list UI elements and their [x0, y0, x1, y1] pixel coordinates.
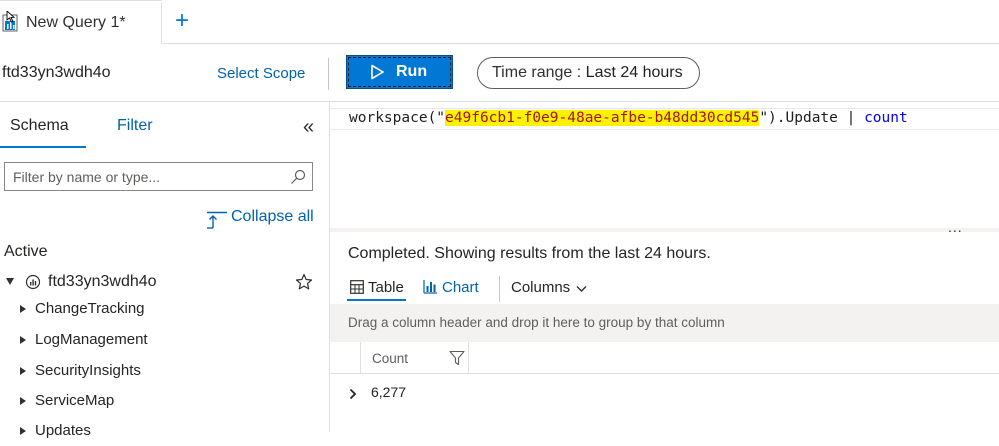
select-scope-link[interactable]: Select Scope — [217, 65, 305, 82]
query-toolbar: ftd33yn3wdh4o Select Scope Run Time rang… — [0, 44, 999, 102]
collapse-all-icon — [207, 211, 227, 229]
query-prefix: workspace(" — [349, 110, 446, 126]
group-by-hint: Drag a column header and drop it here to… — [348, 315, 725, 330]
run-label: Run — [396, 63, 428, 80]
caret-right-icon — [20, 336, 26, 344]
caret-right-icon — [20, 397, 26, 405]
tab-table-label: Table — [368, 279, 404, 296]
workspace-id-string: e49f6cb1-f0e9-48ae-afbe-b48dd30cd545 — [445, 110, 760, 126]
caret-right-icon — [20, 367, 26, 375]
time-range-picker[interactable]: Time range : Last 24 hours — [477, 57, 700, 89]
column-header-label: Count — [372, 351, 409, 366]
columns-label: Columns — [511, 279, 571, 296]
schema-filter-input[interactable] — [13, 169, 283, 185]
caret-down-icon — [6, 278, 14, 285]
toolbar-divider — [328, 58, 329, 90]
query-operator: count — [864, 110, 908, 126]
collapse-pane-icon[interactable]: « — [303, 116, 323, 138]
add-tab-button[interactable]: + — [171, 8, 193, 34]
tree-workspace-node[interactable]: ftd33yn3wdh4o — [0, 270, 329, 296]
cell-count: 6,277 — [371, 384, 407, 400]
tab-filter[interactable]: Filter — [117, 117, 153, 135]
tab-schema[interactable]: Schema — [10, 117, 69, 135]
group-by-drop-zone[interactable]: Drag a column header and drop it here to… — [330, 304, 999, 342]
tab-chart-label: Chart — [442, 279, 479, 296]
tree-item-label: ChangeTracking — [35, 300, 145, 317]
chart-icon — [423, 280, 437, 294]
tree-item-label: Updates — [35, 422, 91, 439]
tree-workspace-label: ftd33yn3wdh4o — [48, 273, 157, 290]
results-grid-header: Count — [330, 342, 999, 374]
schema-pane: Schema Filter « Collapse all Active ftd3… — [0, 102, 329, 439]
expander-column-header — [330, 342, 361, 374]
play-icon — [371, 64, 384, 80]
caret-right-icon — [20, 427, 26, 435]
schema-filter-box — [4, 162, 313, 191]
query-file-icon — [2, 11, 18, 32]
time-range-value: Last 24 hours — [585, 64, 683, 81]
tab-bar: New Query 1* + — [0, 0, 999, 44]
caret-right-icon — [20, 305, 26, 313]
tab-label: New Query 1* — [26, 14, 126, 31]
run-button[interactable]: Run — [346, 55, 453, 89]
results-pane: Completed. Showing results from the last… — [330, 232, 999, 432]
tree-item-label: SecurityInsights — [35, 362, 141, 379]
table-icon — [350, 280, 364, 294]
tree-item-label: LogManagement — [35, 331, 148, 348]
search-icon — [291, 169, 306, 184]
tree-item-logmanagement[interactable]: LogManagement — [0, 329, 329, 355]
tree-item-changetracking[interactable]: ChangeTracking — [0, 298, 329, 324]
query-line-1: workspace("e49f6cb1-f0e9-48ae-afbe-b48dd… — [349, 110, 908, 126]
view-tabs-divider — [499, 276, 500, 302]
tab-accent — [0, 1, 162, 3]
chevron-down-icon — [576, 286, 587, 292]
star-icon[interactable] — [295, 273, 313, 291]
tree-item-updates[interactable]: Updates — [0, 420, 329, 446]
query-middle: ").Update | — [759, 110, 865, 126]
tree-item-label: ServiceMap — [35, 392, 115, 409]
tab-new-query-1[interactable]: New Query 1* — [0, 0, 162, 44]
active-section-heading: Active — [4, 243, 48, 260]
column-header-count[interactable]: Count — [361, 342, 469, 374]
collapse-all-label: Collapse all — [231, 208, 314, 225]
tab-schema-underline — [0, 146, 86, 148]
table-row[interactable]: 6,277 — [330, 375, 999, 411]
time-range-prefix: Time range : — [492, 64, 586, 81]
query-editor[interactable]: workspace("e49f6cb1-f0e9-48ae-afbe-b48dd… — [330, 102, 999, 230]
funnel-icon[interactable] — [449, 350, 465, 366]
tree-item-securityinsights[interactable]: SecurityInsights — [0, 360, 329, 386]
chevron-right-icon[interactable] — [349, 388, 357, 400]
scope-workspace-name: ftd33yn3wdh4o — [2, 64, 111, 81]
tab-table-underline — [347, 299, 406, 301]
query-status-text: Completed. Showing results from the last… — [348, 245, 711, 262]
workspace-icon — [25, 274, 41, 290]
tree-item-servicemap[interactable]: ServiceMap — [0, 390, 329, 416]
